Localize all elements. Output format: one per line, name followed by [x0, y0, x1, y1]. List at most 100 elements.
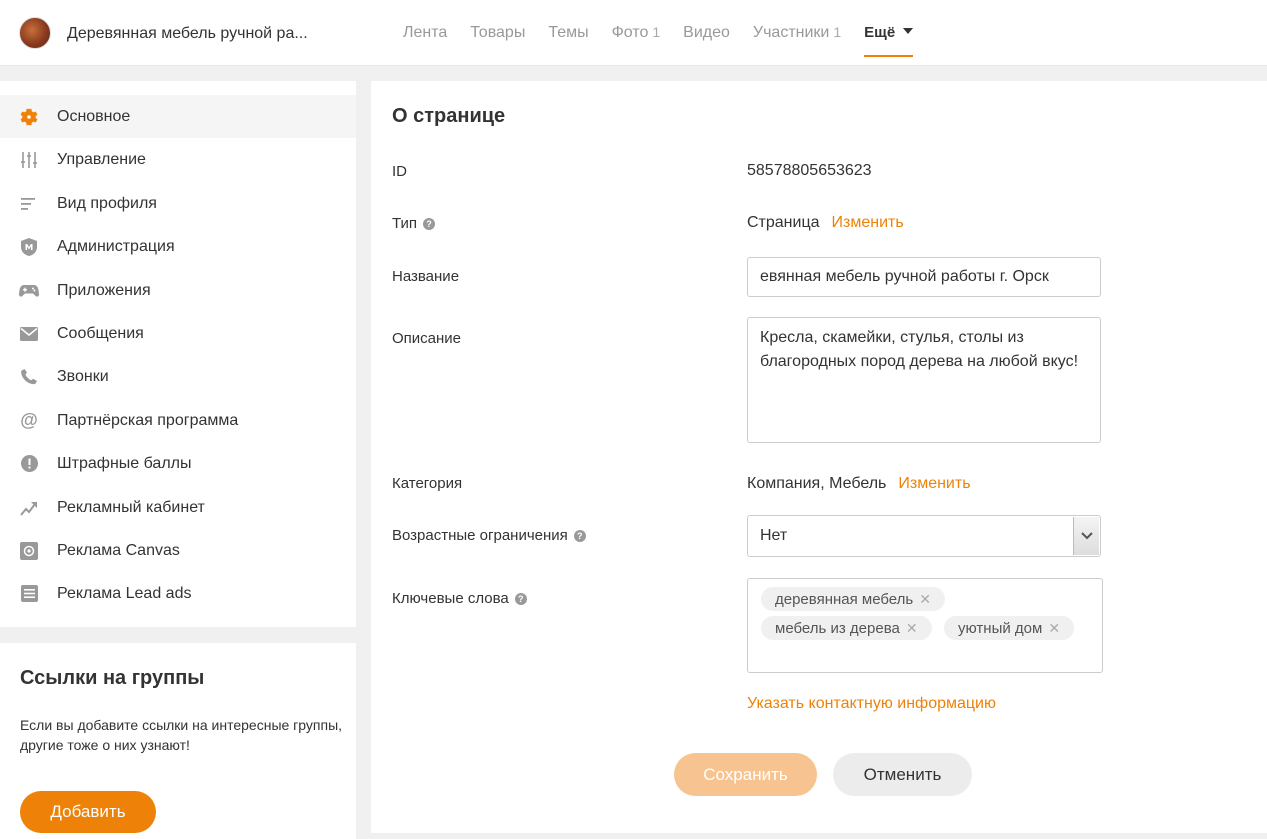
nav-more[interactable]: Ещё [864, 24, 914, 57]
phone-icon [19, 367, 39, 387]
page-title: О странице [392, 105, 506, 127]
nav-more-label: Ещё [864, 24, 896, 41]
id-label: ID [392, 163, 407, 180]
category-label-text: Категория [392, 475, 463, 492]
sidebar-item-ads-lead[interactable]: Реклама Lead ads [0, 572, 356, 615]
change-type-link[interactable]: Изменить [832, 214, 904, 231]
nav-products-label: Товары [470, 24, 526, 41]
sliders-icon [19, 150, 39, 170]
type-value-row: Страница Изменить [747, 214, 904, 232]
sidebar-item-ads-canvas[interactable]: Реклама Canvas [0, 529, 356, 572]
sidebar-item-label: Приложения [57, 281, 151, 299]
age-restriction-value: Нет [760, 527, 788, 544]
sidebar-item-profile-view[interactable]: Вид профиля [0, 182, 356, 225]
about-page-panel: О странице ID 58578805653623 Тип? Страни… [371, 81, 1267, 833]
category-label: Категория [392, 475, 462, 492]
keyword-tag-label: уютный дом [958, 620, 1043, 637]
nav-photo[interactable]: Фото 1 [612, 24, 661, 57]
sidebar-item-main[interactable]: Основное [0, 95, 356, 138]
close-icon[interactable]: ✕ [919, 591, 931, 607]
save-button[interactable]: Сохранить [674, 753, 817, 796]
name-label: Название [392, 268, 459, 285]
shield-icon [19, 237, 39, 257]
change-category-link[interactable]: Изменить [898, 475, 970, 492]
keyword-tag: уютный дом ✕ [944, 616, 1075, 640]
caret-down-icon [903, 28, 914, 35]
group-links-title: Ссылки на группы [20, 667, 205, 689]
sidebar-item-management[interactable]: Управление [0, 138, 356, 181]
nav-members[interactable]: Участники 1 [753, 24, 841, 57]
help-icon[interactable]: ? [573, 529, 586, 542]
group-links-card: Ссылки на группы Если вы добавите ссылки… [0, 643, 356, 839]
id-label-text: ID [392, 163, 407, 180]
nav-products[interactable]: Товары [470, 24, 525, 57]
description-label: Описание [392, 330, 461, 347]
keyword-tag-label: мебель из дерева [775, 620, 900, 637]
name-input[interactable]: евянная мебель ручной работы г. Орск [747, 257, 1101, 297]
gamepad-icon [19, 281, 39, 301]
add-contact-info-link[interactable]: Указать контактную информацию [747, 695, 996, 713]
sidebar-item-label: Реклама Lead ads [57, 584, 192, 602]
close-icon[interactable]: ✕ [1048, 620, 1060, 636]
sidebar-item-label: Рекламный кабинет [57, 498, 205, 516]
category-value: Компания, Мебель [747, 475, 887, 492]
top-header: Деревянная мебель ручной ра... Лента Тов… [0, 0, 1267, 66]
sidebar-item-label: Звонки [57, 367, 109, 385]
keyword-tag: деревянная мебель ✕ [761, 587, 945, 611]
description-textarea[interactable]: Кресла, скамейки, стулья, столы из благо… [747, 317, 1101, 443]
sidebar-item-label: Штрафные баллы [57, 454, 192, 472]
keyword-tag: мебель из дерева ✕ [761, 616, 932, 640]
nav-members-count: 1 [833, 24, 842, 40]
sidebar-item-admins[interactable]: Администрация [0, 225, 356, 268]
add-link-button[interactable]: Добавить [20, 791, 156, 833]
cancel-button[interactable]: Отменить [833, 753, 972, 796]
sidebar-item-ads-cabinet[interactable]: Рекламный кабинет [0, 486, 356, 529]
nav-video[interactable]: Видео [683, 24, 730, 57]
nav-video-label: Видео [683, 24, 730, 41]
nav-feed[interactable]: Лента [403, 24, 447, 57]
chevron-down-icon[interactable] [1073, 517, 1099, 555]
sidebar-item-apps[interactable]: Приложения [0, 269, 356, 312]
close-icon[interactable]: ✕ [906, 620, 918, 636]
group-avatar[interactable] [19, 17, 51, 49]
sidebar-item-calls[interactable]: Звонки [0, 355, 356, 398]
id-value: 58578805653623 [747, 162, 872, 179]
nav-photo-count: 1 [652, 24, 661, 40]
lines-icon [19, 194, 39, 214]
settings-sidebar: Основное Управление Вид профиля Админист… [0, 81, 356, 627]
keyword-tag-label: деревянная мебель [775, 591, 914, 608]
sidebar-item-label: Реклама Canvas [57, 541, 180, 559]
sidebar-item-label: Управление [57, 150, 146, 168]
category-value-row: Компания, Мебель Изменить [747, 475, 971, 493]
sidebar-item-partner[interactable]: @ Партнёрская программа [0, 399, 356, 442]
sidebar-item-label: Администрация [57, 237, 175, 255]
exclamation-icon [19, 454, 39, 474]
nav-topics-label: Темы [548, 24, 589, 41]
chart-arrow-icon [19, 498, 39, 518]
group-links-description: Если вы добавите ссылки на интересные гр… [20, 717, 343, 753]
sidebar-item-label: Сообщения [57, 324, 144, 342]
help-icon[interactable]: ? [423, 217, 436, 230]
sidebar-item-penalties[interactable]: Штрафные баллы [0, 442, 356, 485]
type-value: Страница [747, 214, 820, 231]
sidebar-item-label: Основное [57, 107, 131, 125]
sidebar-item-label: Партнёрская программа [57, 411, 239, 429]
at-icon: @ [20, 410, 38, 430]
group-title[interactable]: Деревянная мебель ручной ра... [67, 25, 308, 43]
type-label: Тип? [392, 215, 436, 232]
list-box-icon [19, 584, 39, 604]
nav-members-label: Участники [752, 24, 830, 41]
group-nav: Лента Товары Темы Фото 1 Видео Участники 1… [403, 24, 936, 57]
keywords-input[interactable]: деревянная мебель ✕ мебель из дерева ✕ уют… [747, 578, 1103, 673]
age-restriction-select[interactable]: Нет [747, 515, 1101, 557]
sidebar-item-messages[interactable]: Сообщения [0, 312, 356, 355]
nav-feed-label: Лента [403, 24, 448, 41]
help-icon[interactable]: ? [514, 592, 527, 605]
description-label-text: Описание [392, 330, 462, 347]
age-restriction-label: Возрастные ограничения? [392, 527, 586, 544]
keywords-label: Ключевые слова? [392, 590, 527, 607]
nav-topics[interactable]: Темы [548, 24, 588, 57]
gear-icon [19, 107, 39, 127]
type-label-text: Тип [392, 215, 418, 232]
keywords-label-text: Ключевые слова [392, 590, 509, 607]
